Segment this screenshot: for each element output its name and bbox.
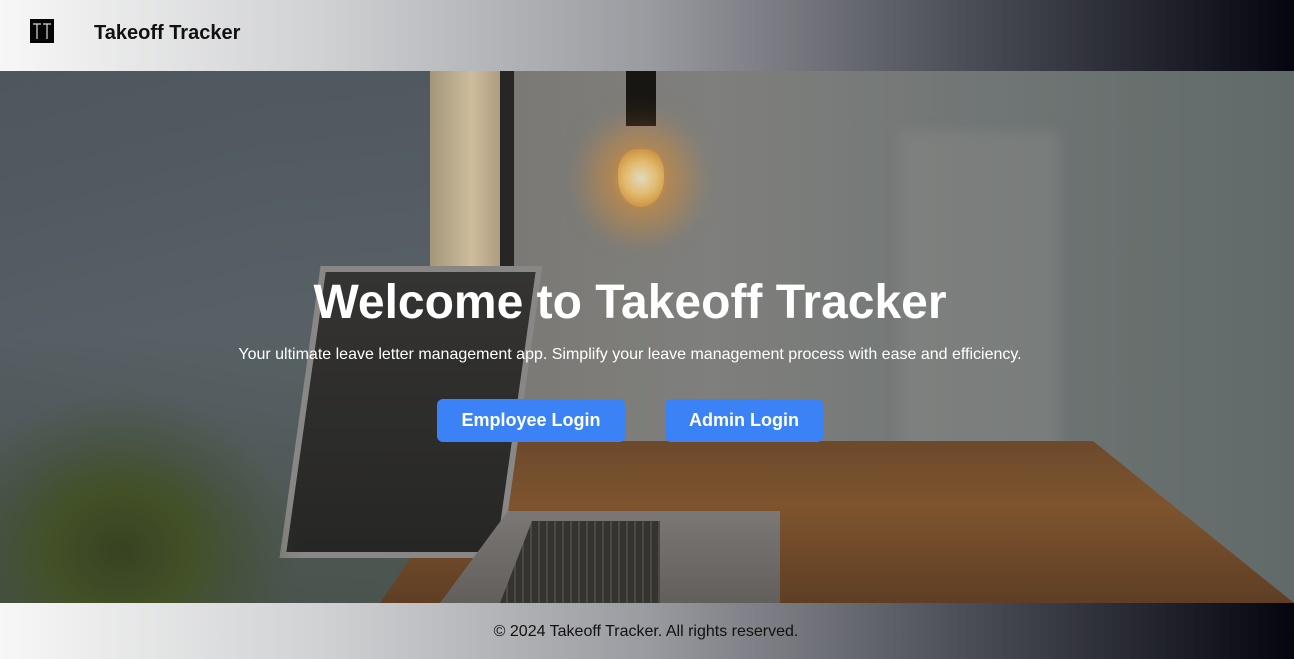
employee-login-button[interactable]: Employee Login [437,399,625,442]
site-header: Takeoff Tracker [0,0,1294,71]
hero-content: Welcome to Takeoff Tracker Your ultimate… [0,71,1294,603]
tt-logo-icon[interactable] [30,19,54,43]
hero-subtitle: Your ultimate leave letter management ap… [238,346,1022,363]
footer-copyright: © 2024 Takeoff Tracker. All rights reser… [493,623,799,640]
brand-name[interactable]: Takeoff Tracker [94,21,240,45]
admin-login-button[interactable]: Admin Login [665,399,823,442]
hero-title: Welcome to Takeoff Tracker [313,276,947,329]
site-footer: © 2024 Takeoff Tracker. All rights reser… [0,603,1294,659]
